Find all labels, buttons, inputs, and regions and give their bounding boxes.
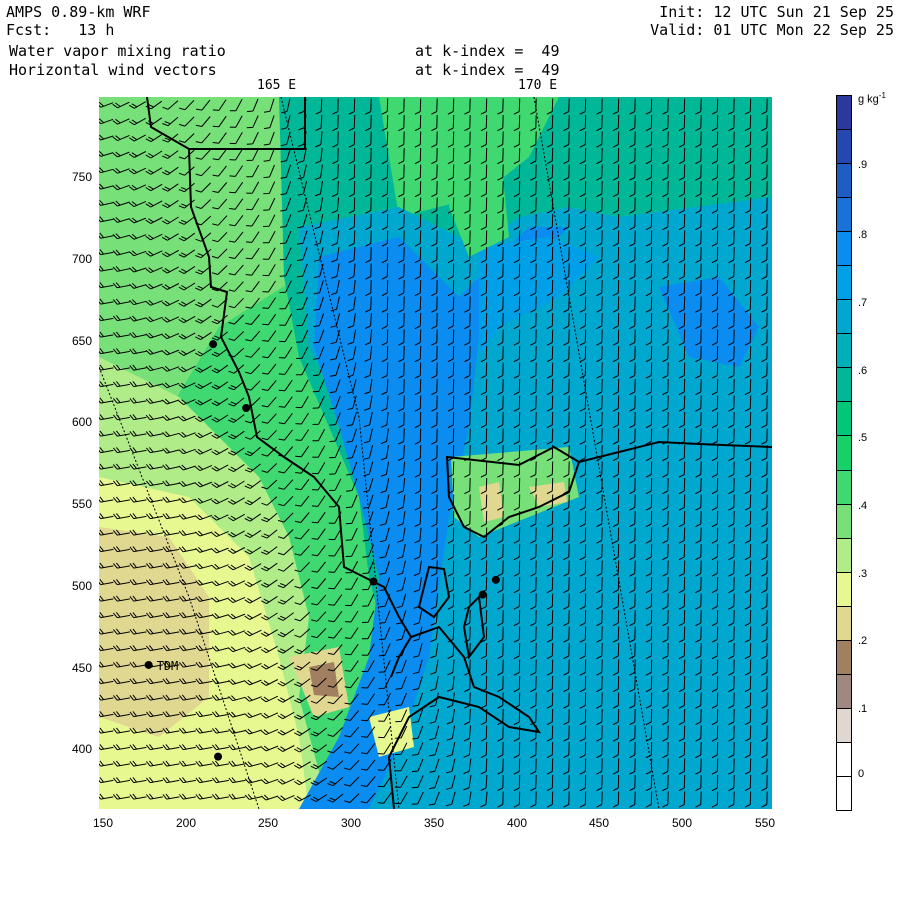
station-marker xyxy=(491,575,500,584)
x-tick-label: 500 xyxy=(671,816,693,830)
x-tick-label: 550 xyxy=(754,816,776,830)
model-title: AMPS 0.89-km WRF xyxy=(6,3,151,21)
x-tick-label: 200 xyxy=(175,816,197,830)
colorbar-label: .8 xyxy=(858,229,868,241)
colorbar-segment xyxy=(837,776,851,810)
y-tick-label: 400 xyxy=(71,742,92,756)
colorbar-units-exponent: -1 xyxy=(878,91,886,100)
colorbar-segment xyxy=(837,504,851,539)
colorbar-units: g kg-1 xyxy=(858,91,886,106)
x-tick-label: 350 xyxy=(423,816,445,830)
mixing-ratio-field xyxy=(99,97,772,809)
colorbar-segment xyxy=(837,130,851,165)
colorbar-segment xyxy=(837,470,851,505)
colorbar-segment xyxy=(837,198,851,233)
colorbar-segment xyxy=(837,674,851,709)
x-tick-label: 150 xyxy=(92,816,114,830)
colorbar-segment xyxy=(837,164,851,199)
x-tick-label: 400 xyxy=(506,816,528,830)
field-name-mixing-ratio: Water vapor mixing ratio xyxy=(9,42,226,60)
colorbar-segment xyxy=(837,742,851,777)
field-level-mixing-ratio: at k-index = 49 xyxy=(415,42,560,60)
colorbar-label: .7 xyxy=(858,297,868,309)
colorbar-segment xyxy=(837,606,851,641)
colorbar-label: 0 xyxy=(858,768,865,780)
colorbar-segment xyxy=(837,708,851,743)
x-tick-label: 450 xyxy=(588,816,610,830)
station-marker xyxy=(214,752,223,761)
station-marker xyxy=(369,577,378,586)
colorbar-label: .1 xyxy=(858,703,868,715)
y-tick-label: 650 xyxy=(71,334,92,348)
colorbar-segment xyxy=(837,334,851,369)
colorbar-segment xyxy=(837,266,851,301)
colorbar-segment xyxy=(837,300,851,335)
colorbar-label: .6 xyxy=(858,365,868,377)
colorbar-label: .3 xyxy=(858,568,868,580)
field-level-wind: at k-index = 49 xyxy=(415,61,560,79)
colorbar-units-text: g kg xyxy=(858,93,879,106)
y-tick-label: 700 xyxy=(71,252,92,266)
meridian-label-170e: 170 E xyxy=(518,78,558,93)
colorbar-segment xyxy=(837,572,851,607)
colorbar xyxy=(836,95,852,811)
x-tick-label: 250 xyxy=(257,816,279,830)
station-marker xyxy=(144,660,153,669)
colorbar-segment xyxy=(837,436,851,471)
colorbar-segment xyxy=(837,368,851,403)
y-tick-label: 550 xyxy=(71,497,92,511)
colorbar-label: .9 xyxy=(858,159,868,171)
x-tick-label: 300 xyxy=(340,816,362,830)
station-marker xyxy=(478,590,487,599)
colorbar-label: .5 xyxy=(858,432,868,444)
colorbar-label: .2 xyxy=(858,635,868,647)
colorbar-label: .4 xyxy=(858,500,868,512)
colorbar-segment xyxy=(837,232,851,267)
station-marker xyxy=(242,403,251,412)
forecast-hour: Fcst: 13 h xyxy=(6,21,115,39)
y-tick-label: 600 xyxy=(71,415,92,429)
colorbar-segment xyxy=(837,538,851,573)
y-tick-label: 750 xyxy=(71,170,92,184)
field-name-wind: Horizontal wind vectors xyxy=(9,61,217,79)
colorbar-segment xyxy=(837,640,851,675)
y-tick-label: 500 xyxy=(71,579,92,593)
station-marker xyxy=(209,340,218,349)
meridian-label-165e: 165 E xyxy=(257,78,297,93)
map-plot: TDM xyxy=(99,97,772,809)
valid-time: Valid: 01 UTC Mon 22 Sep 25 xyxy=(650,21,894,39)
station-label: TDM xyxy=(157,659,179,673)
colorbar-segment xyxy=(837,402,851,437)
init-time: Init: 12 UTC Sun 21 Sep 25 xyxy=(659,3,894,21)
colorbar-segment xyxy=(837,96,851,131)
y-tick-label: 450 xyxy=(71,661,92,675)
